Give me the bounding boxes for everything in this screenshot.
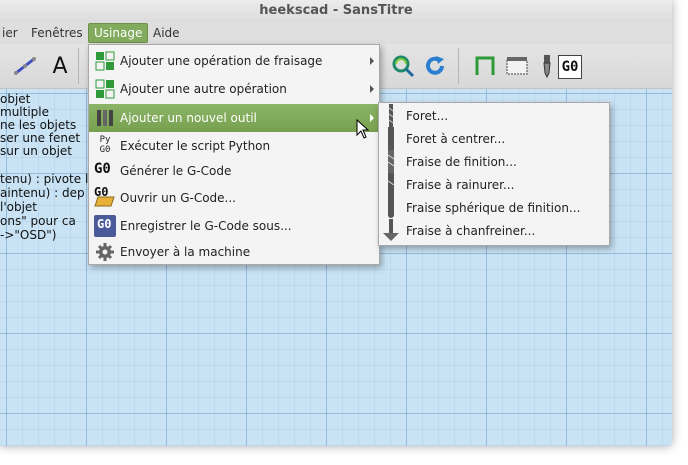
menu-item-label: Exécuter le script Python [120,139,271,153]
menu-item-label: Envoyer à la machine [120,245,251,259]
toolbar-separator [78,48,79,84]
menu-usinage[interactable]: Usinage [88,23,149,43]
submenu-item-label: Fraise sphérique de finition... [406,201,581,215]
python-script-icon: Py G0 [99,135,111,155]
menu-fichier[interactable]: ier [0,24,23,42]
open-gcode-icon: G0 [94,185,116,207]
menu-item-label: Ajouter une autre opération [120,82,287,96]
help-text-line: aintenu) : dep [0,186,85,200]
submenu-item-foret-a-centrer[interactable]: Foret à centrer... [379,127,609,150]
centre-drill-icon [388,127,394,150]
submenu-item-label: Foret... [406,109,449,123]
new-tool-icon [97,110,113,126]
mouse-cursor-icon [356,119,370,139]
menu-item-add-other-operation[interactable]: Ajouter une autre opération [89,75,379,103]
app-window: heekscad - SansTitre ier Fenêtres Usinag… [0,0,672,446]
menu-item-generate-gcode[interactable]: G0 Générer le G-Code [89,157,379,185]
submenu-item-label: Fraise de finition... [406,155,517,169]
submenu-item-label: Fraise à rainurer... [406,178,515,192]
drill-bit-icon [388,104,394,127]
other-operation-icon [95,79,115,99]
zoom-magnifier-icon[interactable] [390,53,416,79]
submenu-item-foret[interactable]: Foret... [379,104,609,127]
new-tool-submenu: Foret... Foret à centrer... Fraise de fi… [378,102,610,246]
help-text-line: ons" pour ca [0,214,76,228]
submenu-item-fraise-de-finition[interactable]: Fraise de finition... [379,150,609,173]
submenu-item-label: Fraise à chanfreiner... [406,224,536,238]
title-bar[interactable]: heekscad - SansTitre [0,0,672,22]
help-text-line: tenu) : pivote l [0,172,89,186]
menu-item-label: Ouvrir un G-Code... [120,191,236,205]
menu-fenetres[interactable]: Fenêtres [26,24,88,42]
menu-item-send-to-machine[interactable]: Envoyer à la machine [89,238,379,266]
milling-operation-icon [95,51,115,71]
menu-item-label: Générer le G-Code [120,164,232,178]
refresh-icon[interactable] [422,53,448,79]
menu-item-run-python-script[interactable]: Py G0 Exécuter le script Python [89,132,379,160]
menu-item-label: Enregistrer le G-Code sous... [120,219,292,233]
submenu-item-label: Foret à centrer... [406,132,506,146]
help-text-line: l'objet [0,200,38,214]
menu-bar: ier Fenêtres Usinage Aide [0,22,672,44]
end-mill-icon [387,150,395,173]
submenu-arrow-icon [370,114,374,122]
menu-item-open-gcode[interactable]: G0 Ouvrir un G-Code... [89,184,379,212]
help-text-line: sur un objet [0,144,73,158]
gear-icon [96,243,114,261]
toolbar-separator-2 [458,48,459,84]
menu-item-save-gcode-as[interactable]: G0 Enregistrer le G-Code sous... [89,212,379,240]
submenu-item-fraise-a-chanfreiner[interactable]: Fraise à chanfreiner... [379,219,609,242]
chamfer-mill-icon [383,219,399,241]
menu-aide[interactable]: Aide [148,24,185,42]
stock-icon[interactable] [504,53,530,79]
text-tool-icon[interactable]: A [47,53,73,79]
slot-cutter-icon [387,173,395,196]
menu-item-label: Ajouter une opération de fraisage [120,54,323,68]
ball-end-mill-icon [388,196,394,218]
submenu-arrow-icon [370,85,374,93]
window-title: heekscad - SansTitre [259,3,413,18]
save-gcode-icon: G0 [94,215,116,237]
usinage-menu: Ajouter une opération de fraisage Ajoute… [88,44,380,265]
menu-item-label: Ajouter un nouvel outil [120,111,257,125]
menu-item-add-milling-operation[interactable]: Ajouter une opération de fraisage [89,47,379,75]
generate-gcode-icon: G0 [94,161,111,177]
submenu-item-fraise-spherique[interactable]: Fraise sphérique de finition... [379,196,609,219]
pocket-profile-icon[interactable] [472,53,498,79]
submenu-arrow-icon [370,57,374,65]
drill-icon[interactable] [534,53,560,79]
g0-icon[interactable]: G0 [558,55,582,79]
line-tool-icon[interactable] [12,53,38,79]
help-text-line: ->"OSD") [0,228,57,242]
submenu-item-fraise-a-rainurer[interactable]: Fraise à rainurer... [379,173,609,196]
menu-item-add-new-tool[interactable]: Ajouter un nouvel outil [89,104,379,132]
